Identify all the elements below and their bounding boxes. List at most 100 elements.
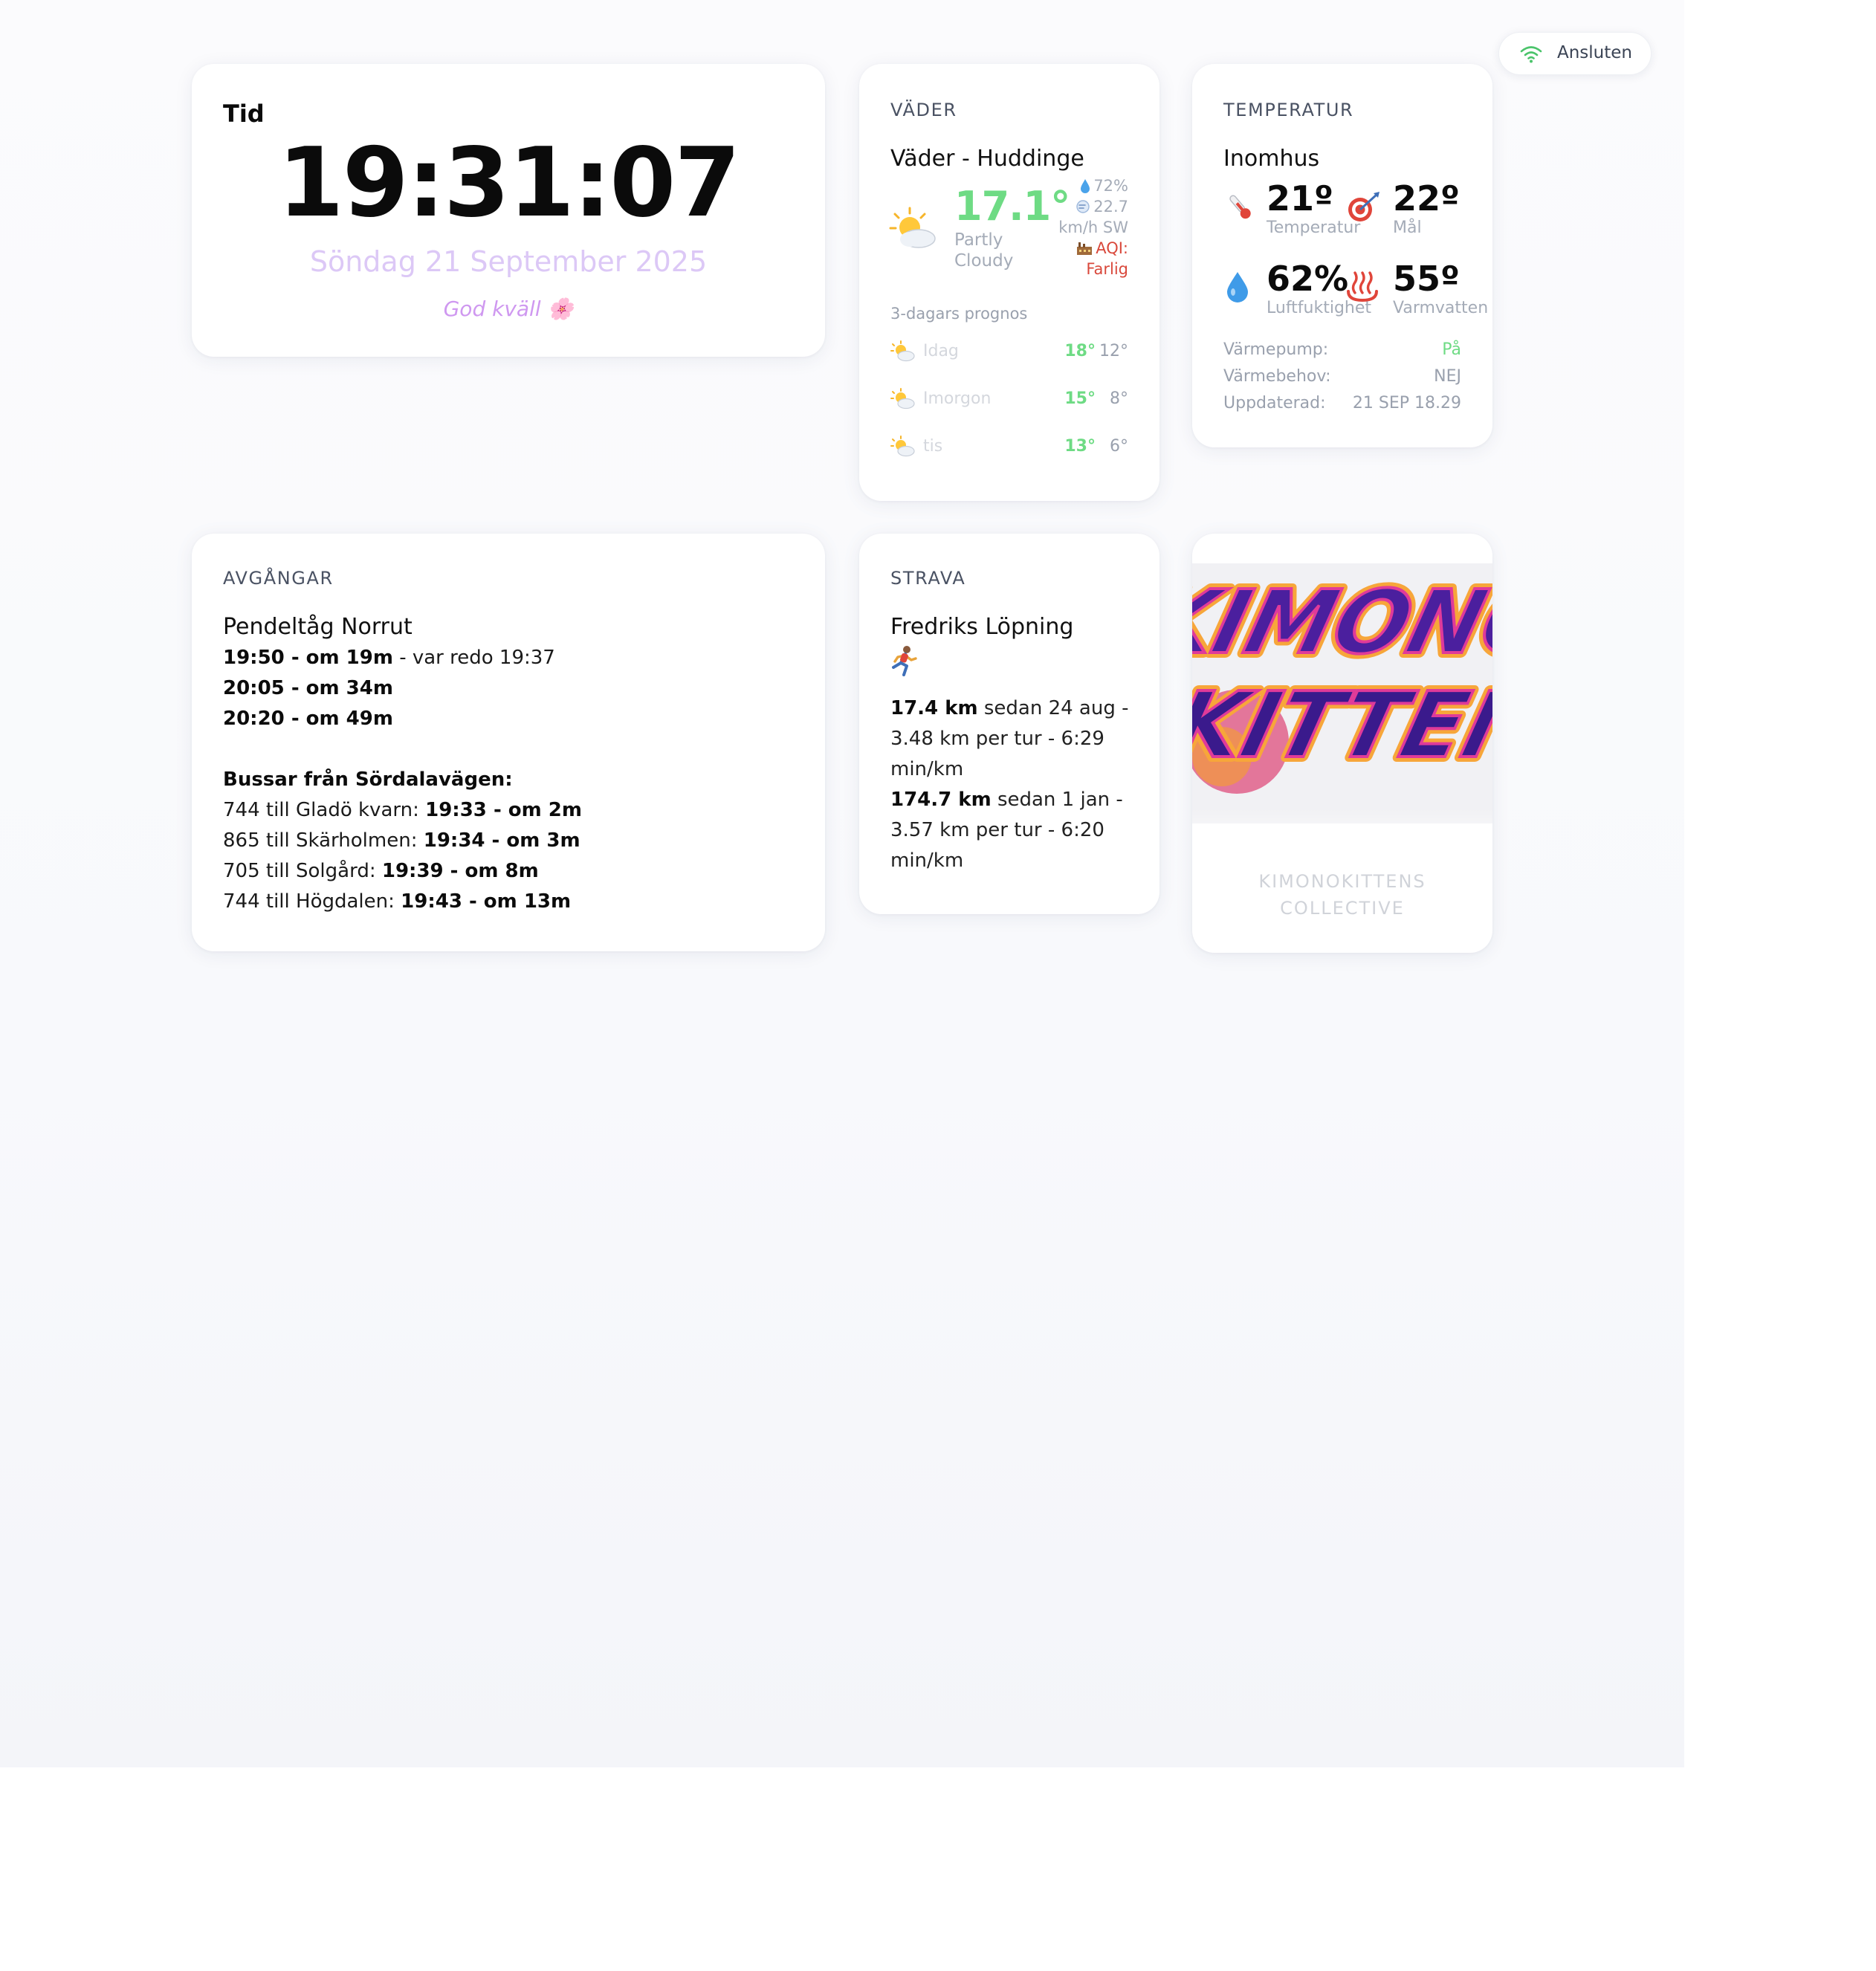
strava-distance: 174.7 km: [890, 789, 992, 811]
clock-card: Tid 19:31:07 Söndag 21 September 2025 Go…: [192, 64, 825, 357]
clock-time: 19:31:07: [277, 128, 741, 239]
clock-greeting: God kväll 🌸: [443, 297, 574, 321]
temperature-card: TEMPERATUR Inomhus 21º Temperatur 22º Må…: [1192, 64, 1492, 447]
weather-aqi-value: Farlig: [1086, 260, 1128, 278]
heatpump-key: Värmepump:: [1223, 340, 1329, 359]
connection-status[interactable]: Ansluten: [1498, 32, 1652, 75]
bus-route: 705 till Solgård:: [223, 860, 382, 882]
artwork-caption-line1: KIMONOKITTENS: [1258, 871, 1426, 892]
forecast-low: 12°: [1099, 342, 1128, 360]
departures-title: Pendeltåg Norrut: [223, 614, 413, 640]
weather-title: Väder - Huddinge: [890, 146, 1084, 172]
weather-humidity-value: 72%: [1093, 177, 1128, 195]
bus-time: 19:33 - om 2m: [425, 799, 582, 821]
forecast-title: 3-dagars prognos: [890, 305, 1028, 323]
runner-icon: [892, 646, 917, 676]
strava-card: STRAVA Fredriks Löpning 17.4 km sedan 24…: [859, 534, 1159, 914]
weather-section-label: VÄDER: [890, 100, 957, 120]
weather-aqi-label: AQI:: [1096, 239, 1128, 257]
thermometer-icon: [1229, 195, 1251, 219]
train-time: 20:20 - om 49m: [223, 708, 393, 730]
strava-stat-text: 3.57 km per tur - 6:20: [890, 819, 1104, 841]
forecast-high: 13°: [1064, 437, 1096, 456]
temp-tile-value: 55º: [1393, 259, 1460, 299]
strava-title: Fredriks Löpning: [890, 614, 1074, 640]
strava-stat-text: min/km: [890, 849, 964, 872]
temp-tile-label: Varmvatten: [1393, 299, 1489, 317]
bus-departure: 744 till Högdalen: 19:43 - om 13m: [223, 890, 571, 913]
strava-stat-text: sedan 24 aug -: [977, 697, 1129, 719]
wind-icon: [1076, 200, 1090, 213]
artwork-text-line1: KIMONO: [1192, 572, 1492, 674]
bus-departure: 705 till Solgård: 19:39 - om 8m: [223, 860, 539, 882]
weather-wind-unit: km/h SW: [1058, 219, 1128, 236]
weather-aqi: AQI:: [1076, 239, 1128, 257]
bus-departure: 744 till Gladö kvarn: 19:33 - om 2m: [223, 799, 582, 821]
weather-humidity: 72%: [1080, 177, 1128, 195]
bus-time: 19:34 - om 3m: [423, 829, 580, 852]
target-icon: [1348, 192, 1379, 221]
partly-cloudy-icon: [890, 436, 915, 457]
kimono-kitten-artwork: KIMONO KIMONO KITTEN KITTEN: [1192, 563, 1492, 861]
strava-stat-text: sedan 1 jan -: [991, 789, 1123, 811]
temp-tile-value: 22º: [1393, 178, 1460, 219]
train-time: 20:05 - om 34m: [223, 677, 393, 699]
updated-value: 21 SEP 18.29: [1352, 394, 1461, 412]
artwork-caption-line2: COLLECTIVE: [1280, 898, 1405, 919]
wifi-icon: [1520, 46, 1542, 63]
artwork-caption: KIMONOKITTENS COLLECTIVE: [1192, 868, 1492, 922]
connection-status-label: Ansluten: [1557, 43, 1633, 62]
bus-route: 865 till Skärholmen:: [223, 829, 424, 852]
weather-wind: 22.7: [1076, 198, 1128, 216]
strava-stat: 17.4 km sedan 24 aug -: [890, 697, 1129, 719]
clock-title: Tid: [223, 100, 265, 128]
weather-condition-line1: Partly: [954, 230, 1003, 250]
forecast-day: tis: [923, 437, 943, 456]
factory-icon: [1077, 242, 1093, 255]
bus-route: 744 till Gladö kvarn:: [223, 799, 426, 821]
temp-tile-value: 62%: [1267, 259, 1349, 299]
droplet-icon: [1081, 179, 1090, 193]
weather-wind-speed: 22.7: [1093, 198, 1128, 216]
artwork-card[interactable]: KIMONO KIMONO KITTEN KITTEN KIMONOKITTEN…: [1192, 534, 1492, 953]
forecast-low: 8°: [1110, 389, 1128, 408]
bus-section-title: Bussar från Sördalavägen:: [223, 768, 513, 791]
strava-stat: 174.7 km sedan 1 jan -: [890, 789, 1123, 811]
clock-date: Söndag 21 September 2025: [309, 245, 708, 278]
strava-distance: 17.4 km: [890, 697, 978, 719]
updated-key: Uppdaterad:: [1223, 394, 1326, 412]
departures-section-label: AVGÅNGAR: [223, 568, 334, 589]
forecast-high: 15°: [1064, 389, 1096, 408]
partly-cloudy-icon: [890, 388, 915, 410]
train-departure: 19:50 - om 19m - var redo 19:37: [223, 647, 555, 669]
strava-section-label: STRAVA: [890, 568, 966, 589]
bus-time: 19:39 - om 8m: [381, 860, 539, 882]
partly-cloudy-icon: [889, 207, 936, 248]
train-departure: 20:05 - om 34m: [223, 677, 393, 699]
hot-springs-icon: [1347, 271, 1378, 302]
forecast-day: Imorgon: [923, 389, 992, 408]
bus-time: 19:43 - om 13m: [401, 890, 572, 913]
temp-tile-value: 21º: [1267, 178, 1333, 219]
strava-stat-text: 3.48 km per tur - 6:29: [890, 728, 1104, 750]
droplet-icon: [1227, 272, 1248, 302]
weather-temperature: 17.1°: [954, 183, 1070, 230]
temperature-section-label: TEMPERATUR: [1223, 100, 1354, 120]
train-departure: 20:20 - om 49m: [223, 708, 393, 730]
weather-card: VÄDER Väder - Huddinge 17.1° Partly Clou…: [859, 64, 1159, 501]
temp-tile-label: Mål: [1393, 219, 1422, 237]
train-time: 19:50 - om 19m: [223, 647, 393, 669]
forecast-day: Idag: [923, 342, 959, 360]
partly-cloudy-icon: [890, 340, 915, 362]
heatpump-value: På: [1442, 340, 1461, 359]
weather-condition-line2: Cloudy: [954, 251, 1014, 271]
temperature-title: Inomhus: [1223, 146, 1320, 172]
artwork-text-line2: KITTEN: [1192, 673, 1492, 779]
heat-demand-value: NEJ: [1434, 367, 1461, 386]
heat-demand-key: Värmebehov:: [1223, 367, 1331, 386]
train-note: - var redo 19:37: [392, 647, 555, 669]
forecast-low: 6°: [1110, 437, 1128, 456]
forecast-high: 18°: [1064, 342, 1096, 360]
strava-stat-text: min/km: [890, 758, 964, 780]
bus-route: 744 till Högdalen:: [223, 890, 401, 913]
